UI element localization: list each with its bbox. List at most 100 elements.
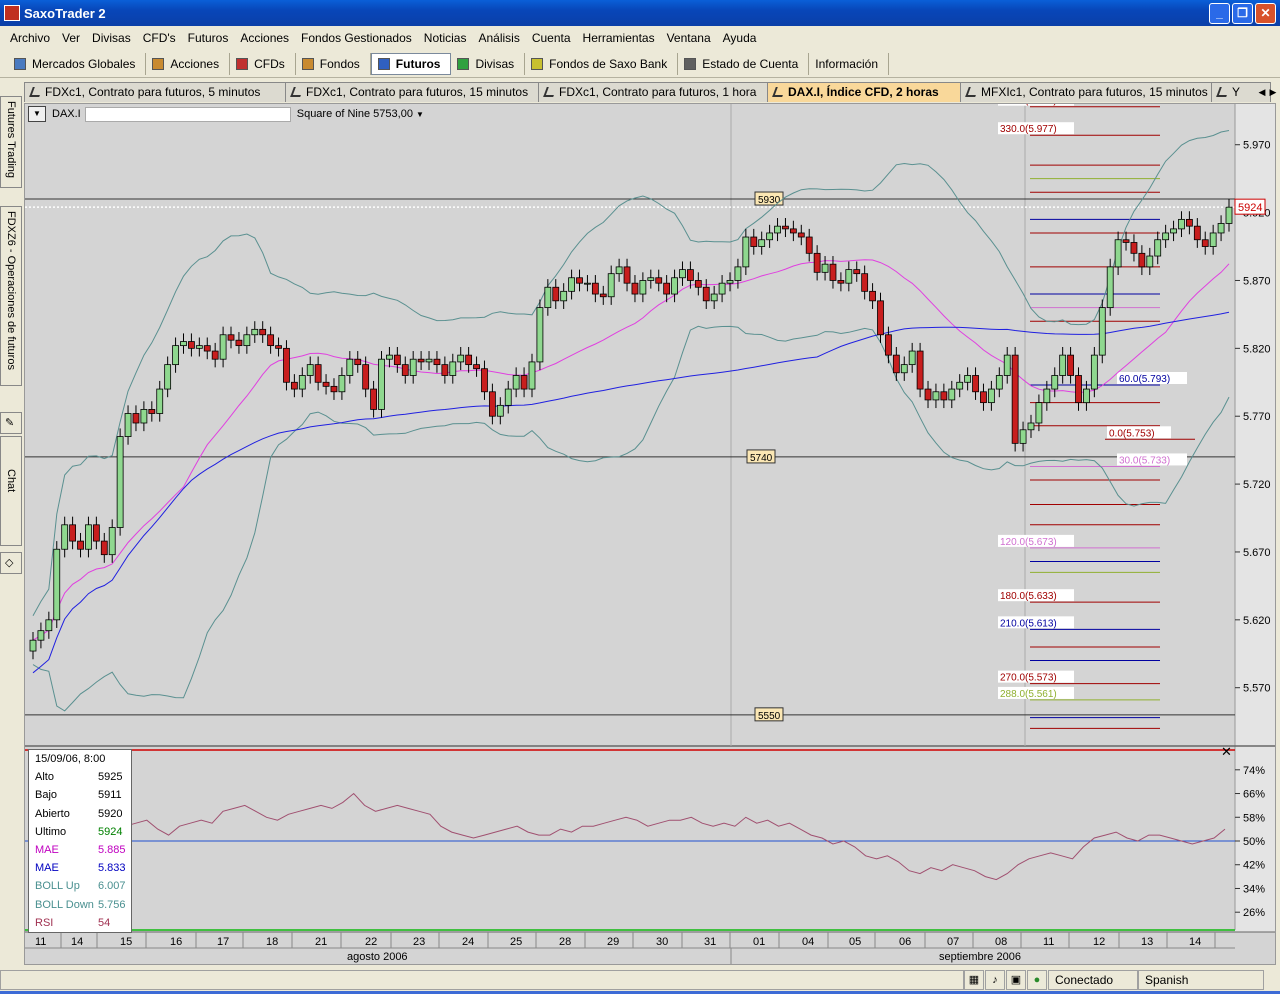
candle-body <box>306 364 314 376</box>
candle-body <box>92 524 100 542</box>
candle-body <box>1027 422 1035 431</box>
symbol-input[interactable] <box>84 106 291 122</box>
toolbar-button-3[interactable]: Fondos <box>296 53 371 75</box>
candle-body <box>671 277 678 295</box>
sidebar-tab-pin[interactable]: ✎ <box>0 412 22 434</box>
date-label: 16 <box>170 936 182 948</box>
minimize-button[interactable]: _ <box>1209 3 1230 24</box>
candle-body <box>116 436 124 528</box>
candle-body <box>1146 255 1154 268</box>
toolbar-button-icon <box>301 58 314 70</box>
menu-item-9[interactable]: Cuenta <box>526 31 577 45</box>
maximize-button[interactable]: ❐ <box>1232 3 1253 24</box>
date-label: 30 <box>656 936 668 948</box>
toolbar-button-2[interactable]: CFDs <box>230 53 296 75</box>
date-label: 07 <box>947 936 959 948</box>
toolbar-button-8[interactable]: Información <box>809 53 889 75</box>
lock-icon[interactable]: ▣ <box>1006 970 1026 990</box>
menu-item-11[interactable]: Ventana <box>661 31 717 45</box>
tab-scroll-right-icon[interactable]: ▶ <box>1268 84 1278 100</box>
menu-item-8[interactable]: Análisis <box>472 31 525 45</box>
candle-body <box>837 280 845 284</box>
candle-body <box>702 286 710 302</box>
candle-body <box>576 277 583 284</box>
toolbar-button-icon <box>152 58 165 70</box>
menu-item-7[interactable]: Noticias <box>418 31 473 45</box>
menu-item-10[interactable]: Herramientas <box>577 31 661 45</box>
info-row: MAE 5.833 <box>29 859 131 877</box>
menu-item-12[interactable]: Ayuda <box>717 31 763 45</box>
toolbar-button-icon <box>236 58 249 70</box>
print-icon[interactable]: ▦ <box>964 970 984 990</box>
rsi-tick-label: 42% <box>1243 860 1265 872</box>
chart-tab-4[interactable]: MFXIc1, Contrato para futuros, 15 minuto… <box>960 82 1212 102</box>
date-label: 29 <box>607 936 619 948</box>
sound-icon[interactable]: ♪ <box>985 970 1005 990</box>
menu-item-6[interactable]: Fondos Gestionados <box>295 31 418 45</box>
language-status[interactable]: Spanish <box>1138 970 1264 990</box>
toolbar-button-5[interactable]: Divisas <box>451 53 526 75</box>
menu-item-5[interactable]: Acciones <box>234 31 295 45</box>
candle-body <box>69 524 77 542</box>
toolbar-button-0[interactable]: Mercados Globales <box>8 53 147 75</box>
candle-body <box>1059 354 1067 376</box>
candle-body <box>956 381 964 390</box>
candle-body <box>37 630 45 641</box>
date-label: 01 <box>753 936 765 948</box>
rsi-tick-label: 34% <box>1243 883 1265 895</box>
candle-body <box>821 263 829 273</box>
toolbar-button-1[interactable]: Acciones <box>146 53 231 75</box>
square-of-nine-label: 360.0(5.998) <box>1000 104 1057 107</box>
menu-item-2[interactable]: Divisas <box>86 31 137 45</box>
date-label: 24 <box>462 936 474 948</box>
chart-tab-1[interactable]: FDXc1, Contrato para futuros, 15 minutos <box>285 82 539 102</box>
sidebar-tab-tools[interactable]: ◇ <box>0 552 22 574</box>
study-selector[interactable]: Square of Nine 5753,00 <box>297 108 413 120</box>
chart-tab-0[interactable]: FDXc1, Contrato para futuros, 5 minutos <box>24 82 286 102</box>
candle-body <box>766 232 774 241</box>
info-value: 5.885 <box>98 844 126 857</box>
chart-menu-button[interactable]: ▼ <box>28 106 46 122</box>
candle-body <box>726 280 734 284</box>
candle-body <box>1106 266 1114 309</box>
menu-item-0[interactable]: Archivo <box>4 31 56 45</box>
candle-body <box>845 269 853 284</box>
info-key: RSI <box>35 916 54 929</box>
status-message <box>0 970 964 990</box>
sidebar-tab-futures-trading[interactable]: Futures Trading <box>0 96 22 188</box>
sidebar-tab-fdxz6[interactable]: FDXZ6 - Operaciones de futuros <box>0 206 22 386</box>
date-label: 21 <box>315 936 327 948</box>
chevron-down-icon[interactable]: ▼ <box>416 110 424 119</box>
chart-tab-2[interactable]: FDXc1, Contrato para futuros, 1 hora <box>538 82 768 102</box>
toolbar-button-label: Fondos <box>319 57 360 71</box>
candle-body <box>219 334 227 360</box>
chart-tab-label: FDXc1, Contrato para futuros, 5 minutos <box>45 85 261 99</box>
square-of-nine-label: 330.0(5.977) <box>1000 124 1057 135</box>
date-label: 25 <box>510 936 522 948</box>
price-chart[interactable]: 5.9705.9205.8705.8205.7705.7205.6705.620… <box>25 104 1275 964</box>
candle-body <box>877 300 884 336</box>
toolbar-button-6[interactable]: Fondos de Saxo Bank <box>525 53 679 75</box>
candle-body <box>623 266 631 284</box>
menu-item-1[interactable]: Ver <box>56 31 86 45</box>
window-controls: _ ❐ ✕ <box>1209 3 1276 24</box>
toolbar-button-7[interactable]: Estado de Cuenta <box>678 53 810 75</box>
candle-body <box>45 619 53 632</box>
candle-body <box>853 269 861 275</box>
price-tick-label: 5.620 <box>1243 615 1271 627</box>
sidebar-tab-chat[interactable]: Chat <box>0 436 22 546</box>
candle-body <box>639 280 647 295</box>
toolbar-button-4[interactable]: Futuros <box>370 53 452 75</box>
tab-scroll-left-icon[interactable]: ◀ <box>1257 84 1267 100</box>
date-label: 04 <box>802 936 814 948</box>
menu-item-3[interactable]: CFD's <box>137 31 182 45</box>
candle-body <box>591 282 599 295</box>
close-button[interactable]: ✕ <box>1255 3 1276 24</box>
candle-body <box>964 375 972 383</box>
candle-body <box>425 358 433 363</box>
chart-tab-3[interactable]: DAX.I, Índice CFD, 2 horas <box>767 82 961 102</box>
menu-item-4[interactable]: Futuros <box>182 31 235 45</box>
price-tick-label: 5.570 <box>1243 683 1271 695</box>
candle-body <box>647 277 655 281</box>
toolbar-button-label: Fondos de Saxo Bank <box>549 57 668 71</box>
